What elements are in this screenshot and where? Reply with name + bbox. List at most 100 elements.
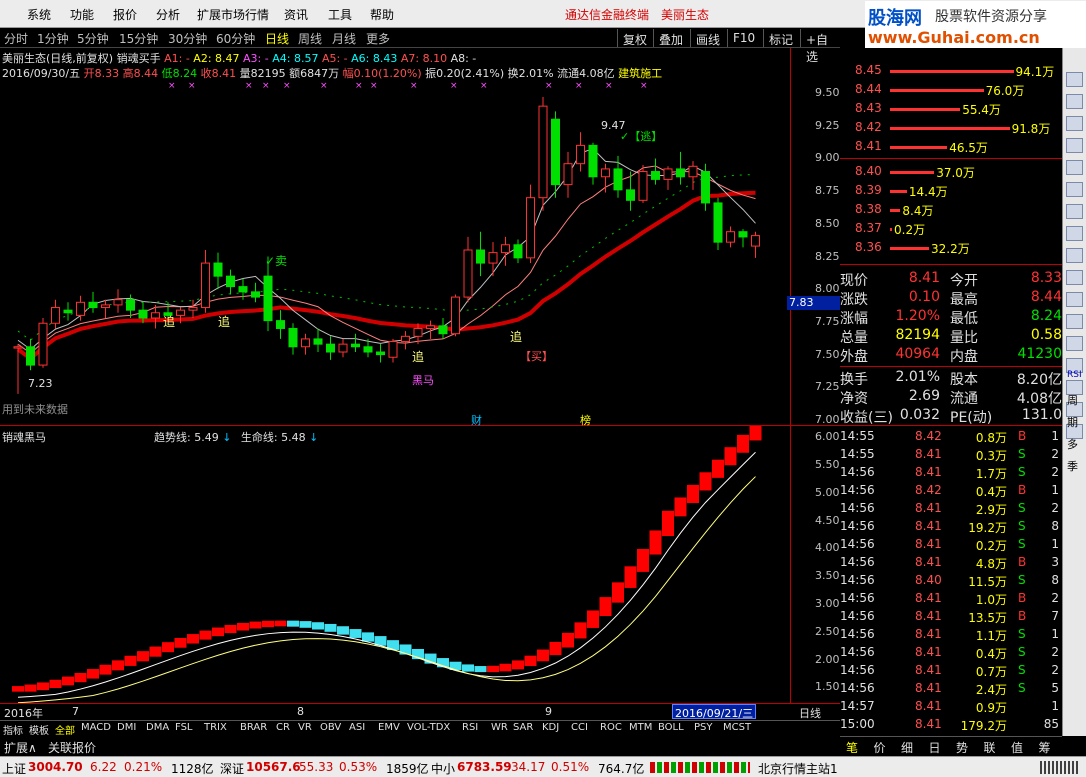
f2-icon[interactable] — [1066, 292, 1083, 307]
sidebar-label[interactable]: 季 — [1067, 458, 1078, 474]
bid-row[interactable]: 8.37 0.2万 — [840, 220, 1062, 238]
btn-add-favorite[interactable]: +自选 — [800, 29, 840, 64]
indicator-tab-obv[interactable]: OBV — [320, 722, 341, 733]
chart-icon[interactable] — [1066, 72, 1083, 87]
menu-analysis[interactable]: 分析 — [156, 6, 180, 23]
right-tab-0[interactable]: 笔 — [846, 739, 858, 756]
right-tab-6[interactable]: 值 — [1011, 739, 1023, 756]
period-daily[interactable]: 日线 — [265, 30, 289, 47]
btn-diejia[interactable]: 叠加 — [653, 29, 688, 47]
candle-body — [701, 171, 710, 204]
btn-huaxian[interactable]: 画线 — [690, 29, 725, 47]
sidebar-label[interactable]: RSI — [1067, 370, 1082, 380]
indicator-tab-dma[interactable]: DMA — [146, 722, 169, 733]
bid-row[interactable]: 8.38 8.4万 — [840, 201, 1062, 219]
right-tab-5[interactable]: 联 — [984, 739, 996, 756]
btn-f10[interactable]: F10 — [727, 29, 760, 47]
indicator-tab-指标[interactable]: 指标 — [3, 722, 23, 737]
indicator-tab-模板[interactable]: 模板 — [29, 722, 49, 737]
window-icon[interactable] — [1066, 314, 1083, 329]
menu-quote[interactable]: 报价 — [113, 6, 137, 23]
indicator-chart[interactable] — [0, 426, 790, 704]
indicator-tab-roc[interactable]: ROC — [600, 722, 622, 733]
related-quote-tab[interactable]: 关联报价 — [48, 739, 96, 756]
indicator-tab-kdj[interactable]: KDJ — [542, 722, 559, 733]
indicator-tab-dmi[interactable]: DMI — [117, 722, 136, 733]
quote-value: 0.10 — [908, 289, 940, 305]
indicator-tab-rsi[interactable]: RSI — [462, 722, 478, 733]
menu-system[interactable]: 系统 — [27, 6, 51, 23]
ask-row[interactable]: 8.43 55.4万 — [840, 100, 1062, 118]
menu-info[interactable]: 资讯 — [284, 6, 308, 23]
sidebar-label[interactable]: 期 — [1067, 414, 1078, 430]
grid-icon[interactable] — [1066, 182, 1083, 197]
list-icon[interactable] — [1066, 116, 1083, 131]
ask-row[interactable]: 8.45 94.1万 — [840, 62, 1062, 80]
period-monthly[interactable]: 月线 — [332, 30, 356, 47]
menu-function[interactable]: 功能 — [70, 6, 94, 23]
right-tab-7[interactable]: 筹 — [1039, 739, 1051, 756]
candle-icon[interactable] — [1066, 160, 1083, 175]
stack-icon[interactable] — [1066, 226, 1083, 241]
period-5min[interactable]: 5分钟 — [77, 30, 109, 47]
thick-trend-line — [16, 190, 756, 362]
indicator-tab-cci[interactable]: CCI — [571, 722, 588, 733]
btn-biaoji[interactable]: 标记 — [763, 29, 798, 47]
expand-button[interactable]: 扩展∧ — [4, 739, 37, 756]
price-chart[interactable]: × × × × × × × × × × × × × × × — [0, 80, 790, 426]
indicator-tab-brar[interactable]: BRAR — [240, 722, 267, 733]
indicator-tab-asi[interactable]: ASI — [349, 722, 365, 733]
period-weekly[interactable]: 周线 — [298, 30, 322, 47]
table-icon[interactable] — [1066, 94, 1083, 109]
menu-extended-market[interactable]: 扩展市场行情 — [197, 6, 269, 23]
trend-icon[interactable] — [1066, 138, 1083, 153]
right-tab-4[interactable]: 势 — [956, 739, 968, 756]
bid-row[interactable]: 8.40 37.0万 — [840, 163, 1062, 181]
indicator-tab-emv[interactable]: EMV — [378, 722, 400, 733]
indicator-tab-trix[interactable]: TRIX — [204, 722, 227, 733]
sidebar-label[interactable]: 多 — [1067, 436, 1078, 452]
btn-fuquan[interactable]: 复权 — [617, 29, 652, 47]
quote-value2: 41230 — [1017, 346, 1062, 362]
indicator-tab-cr[interactable]: CR — [276, 722, 290, 733]
server-name[interactable]: 北京行情主站1 — [758, 760, 838, 777]
menu-tools[interactable]: 工具 — [328, 6, 352, 23]
sidebar-label[interactable]: 周 — [1067, 392, 1078, 408]
indicator-tab-wr[interactable]: WR — [491, 722, 508, 733]
x-cursor-date: 2016/09/21/三 — [672, 704, 757, 720]
ask-row[interactable]: 8.44 76.0万 — [840, 81, 1062, 99]
bid-price: 8.38 — [855, 202, 882, 216]
f10-icon[interactable] — [1066, 248, 1083, 263]
ask-row[interactable]: 8.42 91.8万 — [840, 119, 1062, 137]
indicator-tab-sar[interactable]: SAR — [513, 722, 533, 733]
candle-body — [76, 301, 85, 316]
indicator-tab-psy[interactable]: PSY — [694, 722, 713, 733]
period-60min[interactable]: 60分钟 — [216, 30, 255, 47]
info-icon[interactable] — [1066, 204, 1083, 219]
indicator-bar — [749, 426, 762, 441]
indicator-tab-boll[interactable]: BOLL — [658, 722, 684, 733]
indicator-tab-macd[interactable]: MACD — [81, 722, 111, 733]
right-tab-2[interactable]: 细 — [901, 739, 913, 756]
bid-row[interactable]: 8.39 14.4万 — [840, 182, 1062, 200]
menu-help[interactable]: 帮助 — [370, 6, 394, 23]
indicator-tab-mtm[interactable]: MTM — [629, 722, 652, 733]
indicator-tab-全部[interactable]: 全部 — [55, 722, 75, 737]
indicator-tab-fsl[interactable]: FSL — [175, 722, 193, 733]
period-1min[interactable]: 1分钟 — [37, 30, 69, 47]
calendar-icon[interactable] — [1066, 336, 1083, 351]
ask-row[interactable]: 8.41 46.5万 — [840, 138, 1062, 156]
indicator-tab-vol-tdx[interactable]: VOL-TDX — [407, 722, 450, 733]
indicator-tab-mcst[interactable]: MCST — [723, 722, 751, 733]
indicator-tab-vr[interactable]: VR — [298, 722, 312, 733]
candle-body — [476, 249, 485, 264]
period-fenshi[interactable]: 分时 — [4, 30, 28, 47]
bid-row[interactable]: 8.36 32.2万 — [840, 239, 1062, 257]
period-30min[interactable]: 30分钟 — [168, 30, 207, 47]
logo-tagline: 股票软件资源分享 — [935, 9, 1047, 25]
period-15min[interactable]: 15分钟 — [119, 30, 158, 47]
right-tab-1[interactable]: 价 — [874, 739, 886, 756]
right-tab-3[interactable]: 日 — [929, 739, 941, 756]
period-more[interactable]: 更多 — [366, 30, 390, 47]
flag-icon[interactable] — [1066, 270, 1083, 285]
